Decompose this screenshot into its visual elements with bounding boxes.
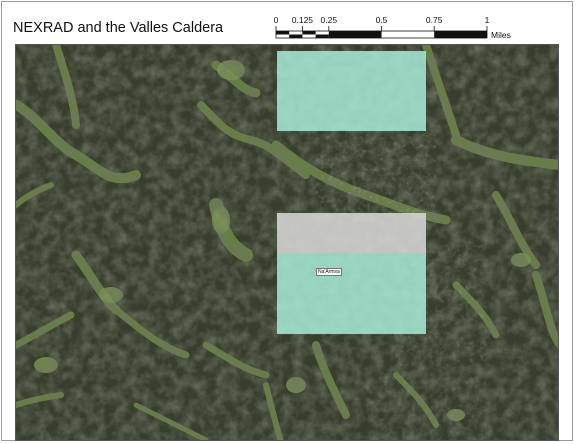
- scale-bar-segment: [289, 34, 303, 38]
- scale-bar: 0 0.125 0.25 0.5 0.75 1 Miles: [274, 15, 511, 40]
- scale-tick-label: 0.5: [376, 15, 388, 25]
- coverage-rectangle-upper[interactable]: [277, 51, 426, 131]
- scale-tick-label: 0: [274, 15, 279, 25]
- map-callout-label: Na'Armsa: [316, 268, 342, 276]
- scale-bar-segment: [302, 31, 316, 35]
- scale-bar-segment: [276, 31, 290, 35]
- scale-units-label: Miles: [491, 30, 511, 40]
- scale-tick-label: 0.25: [321, 15, 338, 25]
- scale-bar-segment: [434, 31, 487, 38]
- scale-bar-segment: [328, 31, 382, 38]
- scale-bar-segment: [315, 34, 329, 38]
- scale-tick-label: 1: [485, 15, 490, 25]
- scale-tick-label: 0.75: [426, 15, 443, 25]
- coverage-rectangle-lower[interactable]: [277, 253, 426, 334]
- coverage-rectangle-gray[interactable]: [277, 213, 426, 253]
- scale-tick-label: 0.125: [292, 15, 314, 25]
